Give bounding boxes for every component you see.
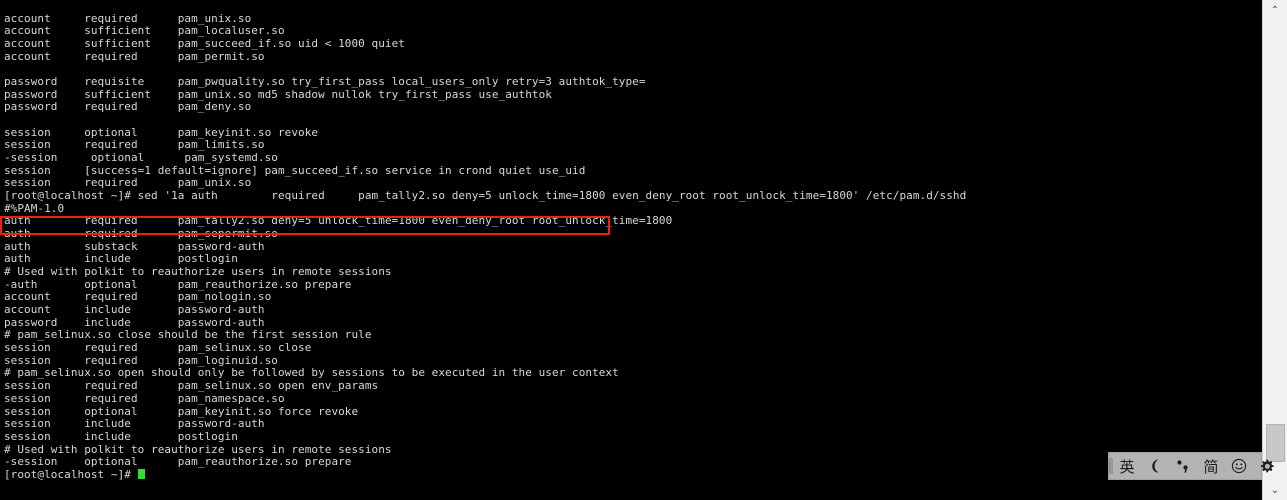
terminal-line: account include password-auth (4, 303, 265, 317)
text-cursor (137, 468, 145, 479)
terminal-window: account required pam_unix.so account suff… (0, 0, 1287, 500)
terminal-line: session include postlogin (4, 429, 238, 443)
terminal-line: session required pam_selinux.so close (4, 341, 312, 355)
terminal-line: session include password-auth (4, 417, 265, 431)
terminal-line: -session optional pam_systemd.so (4, 151, 278, 165)
terminal-line: password required pam_deny.so (4, 100, 252, 114)
scroll-down-arrow-icon[interactable]: ⌄ (1263, 480, 1287, 500)
shell-prompt: [root@localhost ~]# (4, 467, 138, 481)
terminal-line: session required pam_namespace.so (4, 391, 285, 405)
english-mode-icon: 英 (1119, 457, 1135, 476)
terminal-line: auth required pam_sepermit.so (4, 227, 278, 241)
punctuation-icon (1175, 458, 1191, 474)
terminal-line: [root@localhost ~]# sed '1a auth require… (4, 189, 967, 203)
terminal-line: session required pam_selinux.so open env… (4, 379, 379, 393)
ime-emoji-button[interactable] (1225, 453, 1253, 479)
terminal-line: # Used with polkit to reauthorize users … (4, 265, 392, 279)
ime-punctuation-mode-toggle[interactable] (1169, 453, 1197, 479)
ime-language-mode-toggle[interactable]: 英 (1113, 453, 1141, 479)
terminal-prompt-line[interactable]: [root@localhost ~]# (0, 467, 1262, 482)
terminal-line: account sufficient pam_succeed_if.so uid… (4, 37, 405, 51)
terminal-line: password requisite pam_pwquality.so try_… (4, 75, 646, 89)
crescent-moon-icon (1148, 458, 1163, 474)
ime-settings-button[interactable] (1253, 453, 1281, 479)
vertical-scrollbar[interactable]: ⌃ ⌄ (1262, 0, 1287, 500)
smiley-icon (1231, 458, 1247, 474)
simplified-chinese-icon: 简 (1203, 457, 1219, 476)
terminal-output-area[interactable]: account required pam_unix.so account suff… (0, 0, 1262, 500)
ime-floating-toolbar[interactable]: 英 简 (1108, 452, 1274, 480)
terminal-line: account required pam_permit.so (4, 49, 265, 63)
terminal-line: -session optional pam_reauthorize.so pre… (4, 455, 352, 469)
gear-icon (1259, 458, 1276, 475)
scroll-up-arrow-icon[interactable]: ⌃ (1263, 0, 1287, 20)
ime-moon-mode-toggle[interactable] (1141, 453, 1169, 479)
ime-simplified-chinese-toggle[interactable]: 简 (1197, 453, 1225, 479)
